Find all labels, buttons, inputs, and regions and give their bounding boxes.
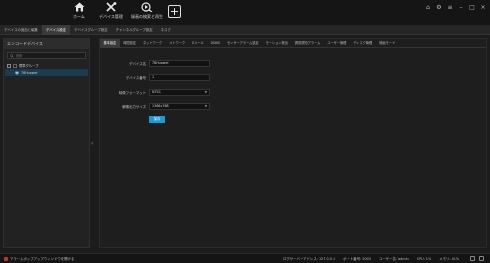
chevron-down-icon: ▼ xyxy=(204,90,207,94)
search-icon xyxy=(10,53,14,58)
tree-group-standard[interactable]: 標準グループ xyxy=(4,62,89,69)
device-search-box xyxy=(7,52,86,59)
subtab-channel-group[interactable]: チャンネルグループ設定 xyxy=(112,25,157,35)
screen-layout-icon[interactable] xyxy=(470,256,475,261)
cfgtab-time[interactable]: 時間設定 xyxy=(120,39,140,48)
device-settings-panel: 基本設定 時間設定 ネットワーク メトワーク Eメール DDNS センサーアラー… xyxy=(99,38,487,248)
lock-icon[interactable]: ⌂ xyxy=(425,5,431,11)
tree-group-label: 標準グループ xyxy=(19,64,39,68)
status-bar: アラームポップアップウィンドウを開ける ログサーバーアドレス: 127.0.0.… xyxy=(0,253,490,263)
status-server-address: ログサーバーアドレス: 127.0.0.1 xyxy=(283,257,336,261)
cfgtab-network-2[interactable]: メトワーク xyxy=(166,39,189,48)
output-resolution-label: 解像出力サイズ xyxy=(122,105,146,109)
subtab-add-edit-device[interactable]: デバイスの追加と編集 xyxy=(0,25,42,35)
chevron-down-icon: ▼ xyxy=(204,104,207,108)
nav-device-management[interactable]: デバイス管理 xyxy=(97,2,125,24)
plus-icon: + xyxy=(169,5,180,18)
cfgtab-anomaly-alarm[interactable]: 異常検知アラーム xyxy=(291,39,323,48)
cfgtab-basic[interactable]: 基本設定 xyxy=(100,39,120,48)
nav-home-label: ホーム xyxy=(73,14,85,19)
close-icon[interactable]: × xyxy=(480,5,486,11)
nav-record-label: 録画の検索と再生 xyxy=(131,14,163,19)
status-port: ポート番号: 5003 xyxy=(343,257,371,261)
status-memory: メモリ: 41% xyxy=(439,257,460,261)
home-icon xyxy=(74,2,84,12)
cfgtab-ddns[interactable]: DDNS xyxy=(207,39,223,48)
status-user: ユーザー名: admin xyxy=(378,257,409,261)
window-controls: ⌂ ⚙ ≡ – □ × xyxy=(425,5,486,11)
folder-icon xyxy=(13,64,17,68)
output-resolution-value: 1366x768 xyxy=(152,104,169,108)
video-format-value: NTSC xyxy=(152,90,161,94)
form-row-device-name: デバイス名 78Huawei xyxy=(100,60,210,67)
tree-device-item[interactable]: 78Huawei xyxy=(5,69,88,76)
nav-record-playback[interactable]: 録画の検索と再生 xyxy=(128,2,166,24)
output-resolution-select[interactable]: 1366x768 ▼ xyxy=(149,103,210,110)
config-tab-bar: 基本設定 時間設定 ネットワーク メトワーク Eメール DDNS センサーアラー… xyxy=(100,39,486,48)
form-row-output-resolution: 解像出力サイズ 1366x768 ▼ xyxy=(100,103,210,110)
cfgtab-motion[interactable]: モーション検出 xyxy=(262,39,291,48)
subtab-device-group[interactable]: デバイスグループ設定 xyxy=(70,25,112,35)
status-cpu: CPU: 1% xyxy=(416,257,432,261)
device-name-label: デバイス名 xyxy=(129,62,146,66)
device-search-input[interactable] xyxy=(15,53,85,58)
video-format-select[interactable]: NTSC ▼ xyxy=(149,89,210,96)
device-tree-panel: エンコードデバイス 標準グループ 78Huawei xyxy=(3,38,90,248)
device-name-field[interactable]: 78Huawei xyxy=(149,60,210,67)
maximize-icon[interactable]: □ xyxy=(469,5,475,11)
status-icons xyxy=(470,256,484,261)
cfgtab-record-mode[interactable]: 録画モード xyxy=(376,39,399,48)
device-icon xyxy=(15,71,19,75)
cfgtab-email[interactable]: Eメール xyxy=(189,39,208,48)
save-button[interactable]: 保存 xyxy=(149,116,165,123)
alarm-warning-icon xyxy=(4,257,8,261)
device-number-label: デバイス番号 xyxy=(125,76,146,80)
video-format-label: 映像フォーマット xyxy=(118,91,146,95)
menu-icon[interactable]: ≡ xyxy=(447,5,453,11)
form-row-device-number: デバイス番号 1 xyxy=(100,74,210,81)
form-row-video-format: 映像フォーマット NTSC ▼ xyxy=(100,89,210,96)
sub-tab-bar: デバイスの追加と編集 デバイス設定 デバイスグループ設定 チャンネルグループ設定… xyxy=(0,25,490,35)
add-tab-button[interactable]: + xyxy=(168,5,181,18)
group-checkbox[interactable] xyxy=(7,63,11,68)
tools-icon xyxy=(105,2,116,12)
nav-home[interactable]: ホーム xyxy=(68,2,90,24)
alarm-popup-toggle[interactable]: アラームポップアップウィンドウを開ける xyxy=(10,254,74,263)
subtab-task[interactable]: ネスク xyxy=(157,25,175,35)
cfgtab-user-management[interactable]: ユーザー管理 xyxy=(324,39,350,48)
nav-device-label: デバイス管理 xyxy=(99,14,123,19)
panel-collapse-handle[interactable]: ‹ xyxy=(91,140,94,148)
cfgtab-network[interactable]: ネットワーク xyxy=(140,39,166,48)
settings-icon[interactable]: ⚙ xyxy=(436,5,442,11)
device-number-field[interactable]: 1 xyxy=(149,74,210,81)
subtab-device-settings[interactable]: デバイス設定 xyxy=(41,25,71,35)
tree-device-label: 78Huawei xyxy=(21,70,38,75)
minimize-icon[interactable]: – xyxy=(458,5,464,11)
cfgtab-disk-management[interactable]: ディスク管理 xyxy=(350,39,376,48)
status-info: ログサーバーアドレス: 127.0.0.1 ポート番号: 5003 ユーザー名:… xyxy=(283,254,459,263)
alert-icon[interactable] xyxy=(479,256,484,261)
top-navigation-bar: ホーム デバイス管理 録画の検索と再生 + ⌂ ⚙ ≡ – □ × xyxy=(0,0,490,25)
cfgtab-sensor-alarm[interactable]: センサーアラーム設定 xyxy=(223,39,262,48)
device-tree-title: エンコードデバイス xyxy=(4,39,89,49)
playback-icon xyxy=(141,2,153,12)
